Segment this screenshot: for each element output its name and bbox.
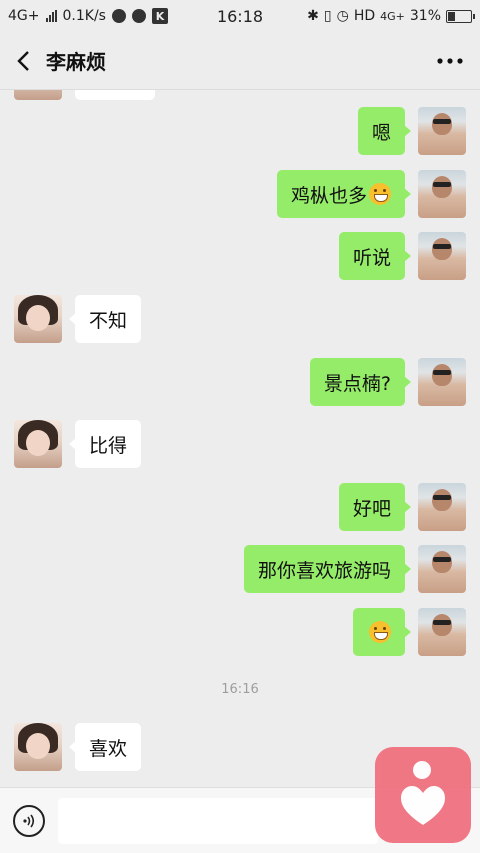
message-bubble[interactable]: 那你喜欢旅游吗: [243, 545, 412, 593]
my-avatar[interactable]: [418, 170, 466, 218]
message-text: 嗯: [371, 121, 391, 144]
more-dots-icon: [437, 57, 463, 64]
vibrate-icon: ▯: [323, 8, 332, 24]
message-row: 不知: [0, 295, 480, 343]
voice-button[interactable]: [13, 805, 45, 837]
hd-label: HD: [353, 8, 376, 24]
message-timestamp: 16:16: [221, 682, 259, 697]
back-button[interactable]: [0, 32, 46, 90]
contact-avatar[interactable]: [14, 295, 62, 343]
message-input[interactable]: [58, 798, 378, 844]
message-row: 好吧: [0, 483, 480, 531]
message-row: 那你喜欢旅游吗: [0, 545, 480, 593]
alarm-icon: ◷: [336, 8, 349, 24]
message-bubble[interactable]: [75, 90, 155, 100]
message-bubble[interactable]: 比得: [68, 420, 142, 468]
message-list[interactable]: 嗯 鸡枞也多 听说 不知 景点楠? 比得 好吧 那你喜欢旅游吗 16:16 喜欢: [0, 90, 480, 787]
heart-app-icon: [401, 786, 445, 825]
message-bubble[interactable]: 不知: [68, 295, 142, 343]
message-text: 好吧: [352, 497, 391, 520]
signal-icon: [45, 10, 57, 22]
chevron-left-icon: [17, 50, 29, 71]
contact-avatar[interactable]: [14, 723, 62, 771]
more-button[interactable]: [420, 32, 480, 90]
battery-percent: 31%: [409, 8, 441, 24]
chat-header: 李麻烦: [0, 32, 480, 90]
message-row: 鸡枞也多: [0, 170, 480, 218]
message-bubble[interactable]: 喜欢: [68, 723, 142, 771]
message-text: 鸡枞也多: [290, 184, 367, 207]
my-avatar[interactable]: [418, 483, 466, 531]
message-text: 不知: [89, 309, 128, 332]
message-row: 嗯: [0, 107, 480, 155]
message-bubble[interactable]: 好吧: [338, 483, 412, 531]
heart-app-head: [413, 761, 431, 779]
message-bubble[interactable]: [353, 608, 411, 656]
message-text: 喜欢: [89, 737, 128, 760]
my-avatar[interactable]: [418, 107, 466, 155]
notification-bell-icon: [111, 9, 126, 23]
message-row: 景点楠?: [0, 358, 480, 406]
message-text: 比得: [89, 434, 128, 457]
message-bubble[interactable]: 鸡枞也多: [276, 170, 412, 218]
network-label: 4G+: [8, 8, 40, 24]
message-text: 那你喜欢旅游吗: [257, 559, 391, 582]
message-bubble[interactable]: 景点楠?: [309, 358, 412, 406]
message-bubble[interactable]: 嗯: [357, 107, 412, 155]
grin-emoji-icon: [369, 183, 391, 205]
chat-title: 李麻烦: [46, 50, 106, 74]
network-speed: 0.1K/s: [62, 8, 106, 24]
message-text: 听说: [352, 246, 391, 269]
bluetooth-icon: ✱: [307, 8, 319, 24]
contact-avatar[interactable]: [14, 420, 62, 468]
battery-icon: [446, 9, 475, 23]
k-app-icon: K: [151, 8, 168, 24]
my-avatar[interactable]: [418, 232, 466, 280]
message-row: 比得: [0, 420, 480, 468]
grin-emoji-icon: [369, 621, 391, 643]
my-avatar[interactable]: [418, 545, 466, 593]
my-avatar[interactable]: [418, 608, 466, 656]
floating-heart-app[interactable]: [375, 747, 471, 843]
voice-icon: [23, 814, 35, 828]
message-row: 听说: [0, 232, 480, 280]
my-avatar[interactable]: [418, 358, 466, 406]
contact-avatar[interactable]: [14, 90, 62, 100]
app-notification-icon: [131, 9, 146, 23]
network-label-2: 4G+: [380, 9, 405, 23]
status-bar: 4G+ 0.1K/s K 16:18 ✱ ▯ ◷ HD 4G+ 31%: [0, 0, 480, 32]
partial-message: [0, 90, 480, 100]
message-bubble[interactable]: 听说: [338, 232, 412, 280]
message-row: [0, 608, 480, 656]
message-text: 景点楠?: [323, 372, 391, 395]
